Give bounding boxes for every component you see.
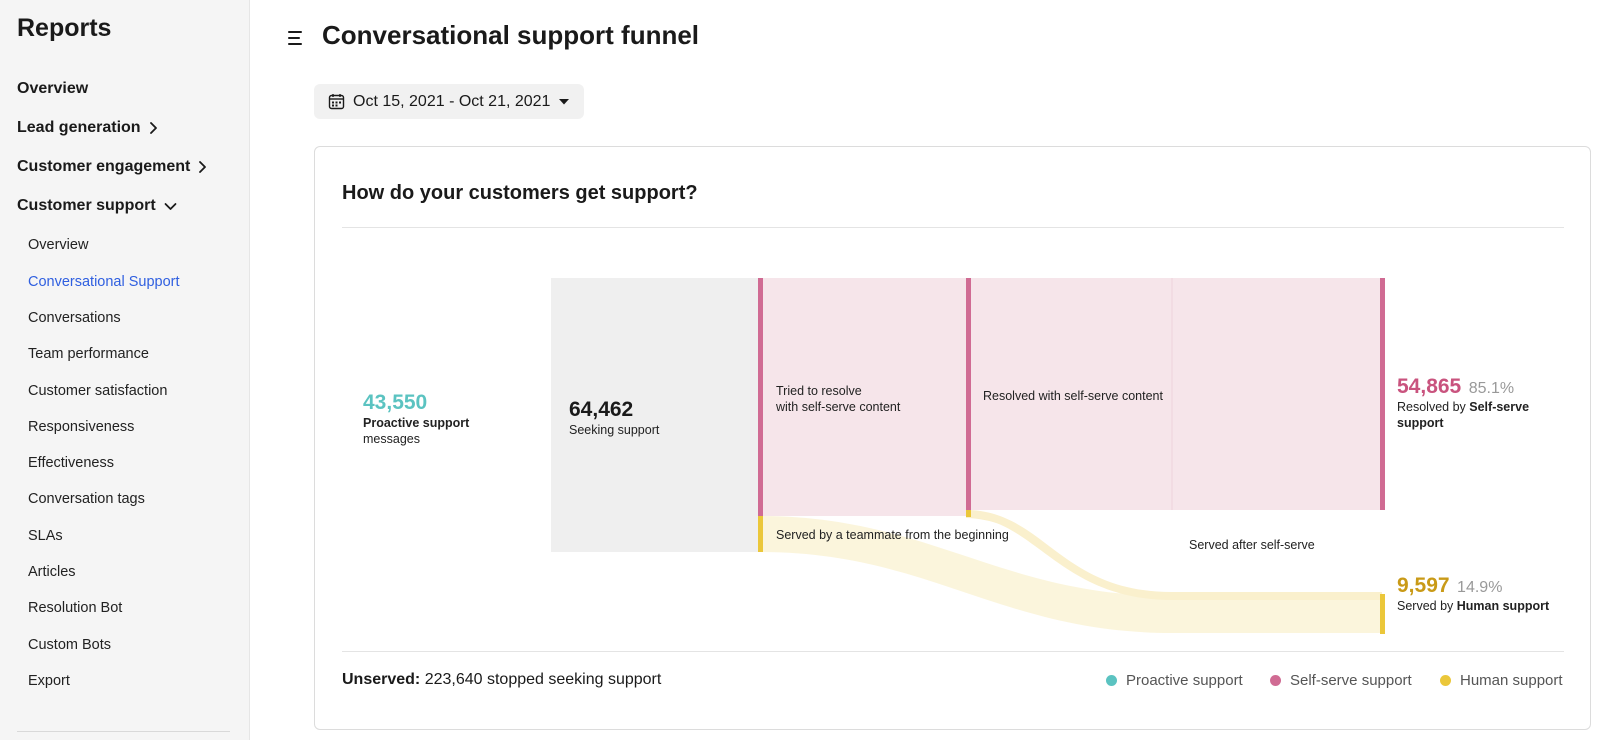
seeking-value: 64,462: [569, 398, 634, 421]
tried-label: Tried to resolve with self-serve content: [776, 384, 900, 415]
human-label-bold: Human support: [1456, 599, 1550, 614]
proactive-label-bold: Proactive support: [363, 416, 470, 431]
self-serve-result: 54,865 85.1% Resolved by Self-serve supp…: [1397, 374, 1577, 432]
tried-label-line-2: with self-serve content: [776, 399, 901, 414]
self-serve-bar-2: [966, 278, 971, 510]
unserved-summary: Unserved: 223,640 stopped seeking suppor…: [342, 671, 661, 689]
proactive-value: 43,550: [363, 391, 428, 414]
legend-dot-proactive: [1106, 675, 1117, 686]
self-serve-bar-3: [1380, 278, 1385, 510]
seeking-label: 64,462 Seeking support: [569, 397, 659, 439]
human-bar-2: [966, 510, 971, 517]
tried-label-line-1: Tried to resolve: [776, 384, 862, 398]
unserved-text: 223,640 stopped seeking support: [420, 671, 662, 688]
human-result: 9,597 14.9% Served by Human support: [1397, 573, 1587, 615]
resolved-label: Resolved with self-serve content: [983, 389, 1163, 403]
human-percent: 14.9%: [1457, 579, 1503, 596]
legend-label: Self-serve support: [1290, 672, 1412, 689]
self-serve-bar-1: [758, 278, 763, 516]
funnel-sankey: [551, 278, 1385, 634]
teammate-label: Served by a teammate from the beginning: [776, 528, 1009, 542]
legend-proactive: Proactive support: [1106, 672, 1243, 689]
legend-human: Human support: [1440, 672, 1563, 689]
unserved-label: Unserved:: [342, 671, 421, 688]
human-bar-3: [1380, 594, 1385, 634]
self-serve-percent: 85.1%: [1468, 380, 1515, 397]
human-value: 9,597: [1397, 574, 1450, 597]
proactive-label: 43,550 Proactive support messages: [363, 390, 469, 448]
legend-dot-human: [1440, 675, 1451, 686]
proactive-label-rest: messages: [363, 431, 420, 446]
human-label-prefix: Served by: [1397, 599, 1457, 614]
self-serve-value: 54,865: [1397, 375, 1462, 398]
legend-label: Human support: [1460, 672, 1563, 689]
seeking-caption: Seeking support: [569, 423, 660, 438]
legend-label: Proactive support: [1126, 672, 1243, 689]
legend-dot-self-serve: [1270, 675, 1281, 686]
after-self-serve-label: Served after self-serve: [1189, 538, 1315, 552]
legend-self-serve: Self-serve support: [1270, 672, 1412, 689]
self-serve-label-prefix: Resolved by: [1397, 400, 1470, 415]
human-bar-1: [758, 516, 763, 552]
